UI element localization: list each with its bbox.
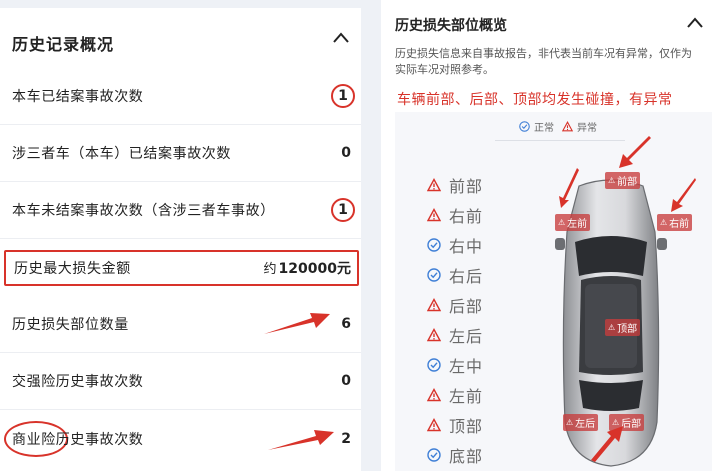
row-label: 历史最大损失金额 bbox=[14, 261, 131, 277]
part-label: 顶部 bbox=[449, 417, 484, 436]
red-arrow-annotation bbox=[264, 313, 330, 334]
part-item-bottom: 底部 bbox=[427, 440, 483, 470]
warning-triangle-icon bbox=[427, 178, 441, 192]
history-row-commercial-accidents: 商业险历史事故次数 2 bbox=[0, 410, 361, 467]
warning-triangle-icon bbox=[427, 298, 441, 312]
loss-overview-note: 历史损失信息来自事故报告，非代表当前车况有异常，仅作为实际车况对照参考。 bbox=[395, 47, 692, 76]
legend-normal: 正常 bbox=[534, 123, 554, 134]
loss-warning-text: 车辆前部、后部、顶部均发生碰撞，有异常 bbox=[397, 92, 673, 108]
row-label: 历史损失部位数量 bbox=[12, 317, 129, 333]
history-row-loss-part-count: 历史损失部位数量 6 bbox=[0, 296, 361, 353]
part-label: 右前 bbox=[449, 207, 484, 226]
value-prefix: 约 bbox=[263, 262, 277, 277]
car-tag-label: 左前 bbox=[567, 219, 588, 230]
loss-diagram: 正常 异常 前部 右前 右中 右后 后部 左后 左中 左前 顶部 底部 ⚠ 前部… bbox=[395, 112, 712, 471]
loss-overview-panel: 历史损失部位概览 历史损失信息来自事故报告，非代表当前车况有异常，仅作为实际车况… bbox=[381, 0, 722, 471]
chevron-up-icon[interactable] bbox=[331, 28, 351, 48]
part-item-left-rear: 左后 bbox=[427, 320, 483, 350]
row-value: 2 bbox=[341, 430, 351, 447]
loss-overview-title: 历史损失部位概览 bbox=[395, 18, 507, 34]
check-circle-icon bbox=[427, 358, 441, 372]
row-value: 6 bbox=[341, 316, 351, 332]
part-label: 右中 bbox=[449, 237, 484, 256]
warning-triangle-icon bbox=[427, 388, 441, 402]
check-circle-icon bbox=[427, 448, 441, 462]
row-value-circled: 1 bbox=[331, 84, 355, 108]
history-row-compulsory-accidents: 交强险历史事故次数 0 bbox=[0, 353, 361, 410]
warning-triangle-icon bbox=[427, 208, 441, 222]
row-label: 交强险历史事故次数 bbox=[12, 374, 144, 390]
row-value-circled: 1 bbox=[331, 198, 355, 222]
warning-triangle-icon: ⚠ bbox=[660, 218, 668, 227]
warning-triangle-icon: ⚠ bbox=[608, 323, 616, 332]
red-arrow-annotation bbox=[671, 178, 696, 212]
part-label: 左中 bbox=[449, 357, 484, 376]
part-item-rear: 后部 bbox=[427, 290, 483, 320]
row-label: 商业险历史事故次数 bbox=[12, 431, 144, 448]
part-item-right-front: 右前 bbox=[427, 200, 483, 230]
row-value: 约 120000元 bbox=[264, 258, 351, 278]
car-tag-top: ⚠ 顶部 bbox=[605, 319, 641, 336]
car-tag-label: 右前 bbox=[669, 219, 690, 230]
top-strip bbox=[0, 0, 361, 8]
part-label: 左后 bbox=[449, 327, 484, 346]
warning-triangle-icon: ⚠ bbox=[566, 418, 574, 427]
part-item-right-rear: 右后 bbox=[427, 260, 483, 290]
row-label: 本车已结案事故次数 bbox=[12, 89, 144, 105]
part-label: 左前 bbox=[449, 387, 484, 406]
part-list: 前部 右前 右中 右后 后部 左后 左中 左前 顶部 底部 bbox=[427, 170, 483, 470]
warning-triangle-icon bbox=[427, 418, 441, 432]
car-tag-label: 前部 bbox=[617, 177, 638, 188]
row-label: 本车未结案事故次数（含涉三者车事故） bbox=[12, 203, 275, 219]
car-tag-front: ⚠ 前部 bbox=[605, 172, 641, 189]
warning-triangle-icon bbox=[427, 328, 441, 342]
check-circle-icon bbox=[519, 121, 530, 132]
warning-triangle-icon: ⚠ bbox=[558, 218, 566, 227]
red-arrow-annotation bbox=[591, 426, 623, 462]
red-arrow-annotation bbox=[619, 136, 651, 168]
history-summary-header[interactable]: 历史记录概况 bbox=[0, 14, 361, 68]
car-tag-label: 顶部 bbox=[617, 324, 638, 335]
part-label: 后部 bbox=[449, 297, 484, 316]
history-row-max-loss: 历史最大损失金额 约 120000元 bbox=[4, 250, 359, 286]
check-circle-icon bbox=[427, 268, 441, 282]
legend-divider bbox=[495, 140, 625, 141]
part-item-top: 顶部 bbox=[427, 410, 483, 440]
history-row-closed-accidents: 本车已结案事故次数 1 bbox=[0, 68, 361, 125]
red-arrow-annotation bbox=[559, 168, 579, 208]
value-amount: 120000元 bbox=[278, 261, 351, 277]
part-label: 底部 bbox=[449, 447, 484, 466]
part-label: 前部 bbox=[449, 177, 484, 196]
check-circle-icon bbox=[427, 238, 441, 252]
row-label: 涉三者车（本车）已结案事故次数 bbox=[12, 146, 231, 162]
warning-triangle-icon: ⚠ bbox=[608, 176, 616, 185]
chevron-up-icon[interactable] bbox=[686, 14, 704, 32]
part-item-left-front: 左前 bbox=[427, 380, 483, 410]
history-row-open-accidents: 本车未结案事故次数（含涉三者车事故） 1 bbox=[0, 182, 361, 239]
part-label: 右后 bbox=[449, 267, 484, 286]
history-row-third-party-closed: 涉三者车（本车）已结案事故次数 0 bbox=[0, 125, 361, 182]
history-summary-title: 历史记录概况 bbox=[12, 35, 115, 54]
status-legend: 正常 异常 bbox=[519, 119, 597, 134]
part-item-front: 前部 bbox=[427, 170, 483, 200]
history-summary-panel: 历史记录概况 本车已结案事故次数 1 涉三者车（本车）已结案事故次数 0 本车未… bbox=[0, 0, 361, 471]
car-tag-left-front: ⚠ 左前 bbox=[555, 214, 591, 231]
row-value: 0 bbox=[341, 145, 351, 161]
legend-abnormal: 异常 bbox=[577, 123, 597, 134]
row-value: 0 bbox=[341, 373, 351, 389]
red-arrow-annotation bbox=[268, 430, 334, 450]
warning-triangle-icon bbox=[562, 121, 573, 132]
car-tag-right-front: ⚠ 右前 bbox=[657, 214, 693, 231]
part-item-left-middle: 左中 bbox=[427, 350, 483, 380]
part-item-right-middle: 右中 bbox=[427, 230, 483, 260]
